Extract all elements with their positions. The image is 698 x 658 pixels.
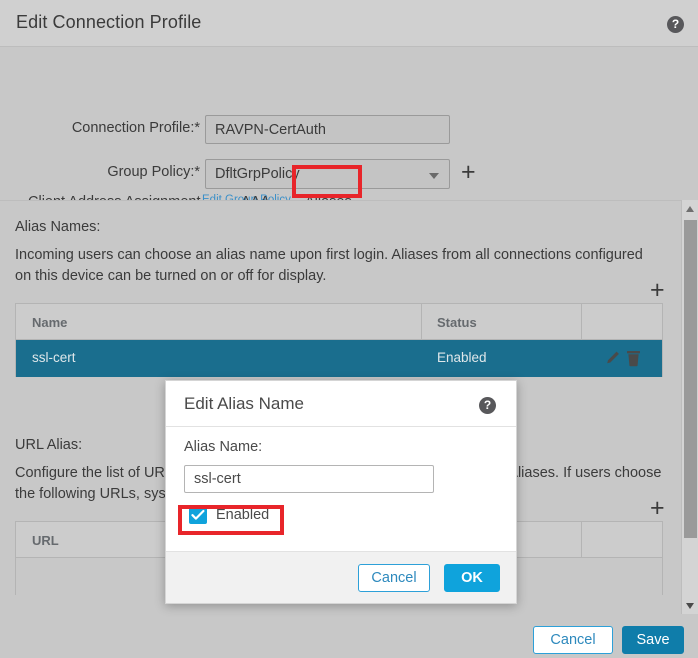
pencil-icon[interactable] — [604, 350, 621, 367]
group-policy-label: Group Policy:* — [10, 164, 200, 180]
enabled-checkbox[interactable] — [189, 506, 207, 524]
group-policy-select[interactable]: DfltGrpPolicy — [205, 159, 450, 189]
modal-header: Edit Alias Name ? — [166, 381, 516, 427]
modal-cancel-button[interactable]: Cancel — [358, 564, 430, 592]
alias-name-input[interactable] — [184, 465, 434, 493]
caret-up-icon[interactable] — [682, 200, 698, 217]
trash-icon[interactable] — [626, 349, 641, 367]
add-url-alias-button[interactable]: + — [650, 496, 665, 521]
alias-names-table: Name Status ssl-cert Enabled — [15, 303, 663, 377]
help-circle-icon[interactable]: ? — [479, 397, 496, 414]
connection-profile-label: Connection Profile:* — [10, 120, 200, 136]
add-group-policy-button[interactable]: + — [461, 160, 476, 185]
url-alias-label: URL Alias: — [15, 437, 82, 453]
alias-names-description: Incoming users can choose an alias name … — [15, 245, 660, 287]
column-divider — [421, 304, 422, 340]
chevron-down-icon — [429, 173, 439, 179]
connection-profile-input[interactable] — [205, 115, 450, 144]
save-button[interactable]: Save — [622, 626, 684, 654]
column-header-url: URL — [32, 533, 59, 548]
column-divider — [581, 522, 582, 558]
enabled-checkbox-row[interactable]: Enabled — [189, 506, 269, 524]
modal-footer: Cancel OK — [166, 551, 516, 603]
column-header-name: Name — [32, 315, 67, 330]
caret-down-icon[interactable] — [682, 597, 698, 614]
profile-form: Connection Profile:* Group Policy:* Dflt… — [0, 47, 698, 194]
table-row[interactable]: ssl-cert Enabled — [16, 340, 662, 377]
alias-name-label: Alias Name: — [184, 439, 262, 455]
cell-status: Enabled — [437, 350, 487, 365]
page-title: Edit Connection Profile — [16, 12, 201, 33]
cell-name: ssl-cert — [32, 350, 76, 365]
add-alias-name-button[interactable]: + — [650, 278, 665, 303]
alias-names-label: Alias Names: — [15, 219, 100, 235]
modal-ok-button[interactable]: OK — [444, 564, 500, 592]
row-actions — [604, 348, 648, 368]
vertical-scrollbar[interactable] — [681, 200, 698, 614]
column-header-status: Status — [437, 315, 477, 330]
help-circle-icon[interactable]: ? — [667, 16, 684, 33]
modal-body: Alias Name: Enabled — [166, 427, 516, 553]
scrollbar-thumb[interactable] — [684, 220, 697, 538]
table-header-row: Name Status — [16, 304, 662, 340]
cancel-button[interactable]: Cancel — [533, 626, 613, 654]
enabled-checkbox-label: Enabled — [216, 507, 269, 523]
edit-alias-name-modal: Edit Alias Name ? Alias Name: Enabled Ca… — [165, 380, 517, 604]
edit-connection-profile-dialog: Edit Connection Profile ? Connection Pro… — [0, 0, 698, 658]
group-policy-selected-value: DfltGrpPolicy — [215, 166, 300, 182]
dialog-footer: Cancel Save — [0, 614, 698, 658]
modal-title: Edit Alias Name — [184, 394, 304, 414]
column-divider — [581, 304, 582, 340]
dialog-header: Edit Connection Profile ? — [0, 0, 698, 47]
